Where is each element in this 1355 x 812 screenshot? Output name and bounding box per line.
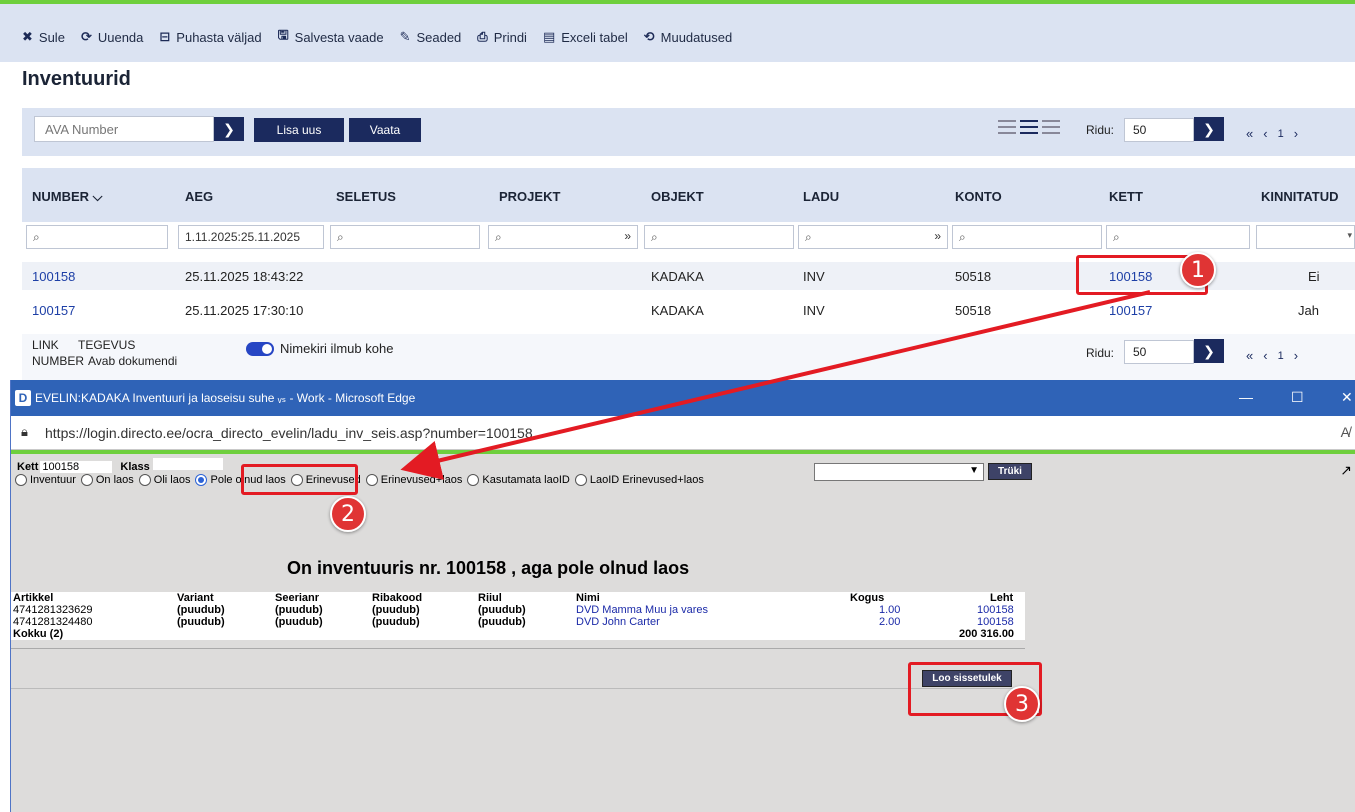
annotation-arrow (400, 290, 1151, 480)
screen: ✖ Sule ⟳ Uuenda ⊟ Puhasta väljad 🖫 Salvesta … (0, 0, 1355, 812)
step-badge-1: 1 (1180, 252, 1216, 288)
step-badge-3: 3 (1004, 686, 1040, 722)
step-badge-2: 2 (330, 496, 366, 532)
